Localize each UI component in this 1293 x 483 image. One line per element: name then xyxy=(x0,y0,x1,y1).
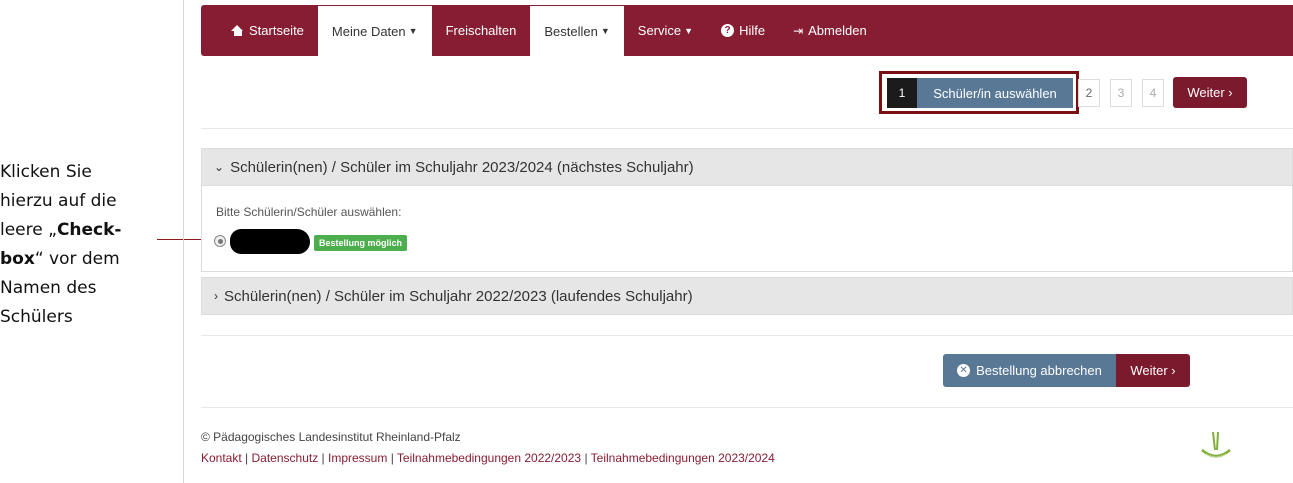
chevron-right-icon: › xyxy=(1228,85,1233,100)
step-4: 4 xyxy=(1142,79,1164,107)
nav-label: Startseite xyxy=(249,23,304,38)
nav-label: Abmelden xyxy=(808,23,867,38)
footer-link-teilnahme-2022[interactable]: Teilnahmebedingungen 2022/2023 xyxy=(397,451,581,465)
logout-icon: ⇥ xyxy=(793,23,804,38)
footer-links: Kontakt | Datenschutz | Impressum | Teil… xyxy=(201,451,775,465)
next-button-bottom[interactable]: Weiter › xyxy=(1116,354,1190,387)
redacted-student-name xyxy=(230,229,310,254)
student-radio[interactable] xyxy=(214,235,226,247)
annotation-line: Namen des xyxy=(0,278,97,298)
step-2[interactable]: 2 xyxy=(1078,79,1100,107)
nav-label: Hilfe xyxy=(739,23,766,38)
nav-startseite[interactable]: Startseite xyxy=(201,5,318,56)
nav-label: Bestellen xyxy=(544,23,598,39)
main-navbar: Startseite Meine Daten ▼ Freischalten Be… xyxy=(201,5,1293,56)
nav-abmelden[interactable]: ⇥ Abmelden xyxy=(779,5,881,56)
nav-meine-daten[interactable]: Meine Daten ▼ xyxy=(317,5,432,56)
caret-down-icon: ▼ xyxy=(684,25,694,36)
panel-header-current-year[interactable]: › Schülerin(nen) / Schüler im Schuljahr … xyxy=(201,277,1293,315)
annotation-line: Schülers xyxy=(0,307,73,327)
nav-label: Freischalten xyxy=(445,23,517,38)
panel-title: Schülerin(nen) / Schüler im Schuljahr 20… xyxy=(230,158,694,176)
footer-link-datenschutz[interactable]: Datenschutz xyxy=(252,451,319,465)
divider xyxy=(201,128,1293,129)
caret-down-icon: ▼ xyxy=(600,26,610,36)
caret-down-icon: ▼ xyxy=(408,26,418,36)
nav-service[interactable]: Service ▼ xyxy=(624,5,707,56)
chevron-down-icon: ⌄ xyxy=(214,160,225,174)
annotation-line: box“ vor dem xyxy=(0,249,120,269)
annotation-arrow xyxy=(157,239,207,240)
step-3: 3 xyxy=(1110,79,1132,107)
panel-body-next-year xyxy=(201,186,1293,272)
footer-link-impressum[interactable]: Impressum xyxy=(328,451,387,465)
footer-copyright: © Pädagogisches Landesinstitut Rheinland… xyxy=(201,430,461,444)
nav-bestellen[interactable]: Bestellen ▼ xyxy=(530,5,624,56)
question-circle-icon: ? xyxy=(721,24,735,37)
nav-hilfe[interactable]: ? Hilfe xyxy=(707,5,779,56)
chevron-right-icon: › xyxy=(214,289,218,303)
instruction-annotation: Klicken Sie hierzu auf die leere „Check-… xyxy=(0,158,150,332)
divider xyxy=(201,407,1293,408)
page-divider xyxy=(183,0,184,483)
close-circle-icon: ✕ xyxy=(957,364,971,377)
nav-label: Service xyxy=(637,23,682,38)
chevron-right-icon: › xyxy=(1171,363,1176,378)
nav-freischalten[interactable]: Freischalten xyxy=(432,5,531,56)
footer-link-kontakt[interactable]: Kontakt xyxy=(201,451,242,465)
footer-link-teilnahme-2023[interactable]: Teilnahmebedingungen 2023/2024 xyxy=(591,451,775,465)
cancel-order-button[interactable]: ✕ Bestellung abbrechen xyxy=(943,354,1116,387)
home-icon xyxy=(231,25,244,36)
next-button-top[interactable]: Weiter › xyxy=(1173,77,1247,108)
select-student-label: Bitte Schülerin/Schüler auswählen: xyxy=(216,205,402,219)
step-number-current: 1 xyxy=(887,78,917,108)
annotation-line: leere „Check- xyxy=(0,220,122,240)
nav-label: Meine Daten xyxy=(331,23,406,39)
panel-header-next-year[interactable]: ⌄ Schülerin(nen) / Schüler im Schuljahr … xyxy=(201,148,1293,186)
annotation-line: hierzu auf die xyxy=(0,191,117,211)
annotation-line: Klicken Sie xyxy=(0,162,92,182)
step-current-label: Schüler/in auswählen xyxy=(917,78,1073,108)
institute-logo xyxy=(1201,431,1231,458)
panel-title: Schülerin(nen) / Schüler im Schuljahr 20… xyxy=(224,287,693,305)
status-badge: Bestellung möglich xyxy=(314,235,408,251)
divider xyxy=(201,335,1293,336)
